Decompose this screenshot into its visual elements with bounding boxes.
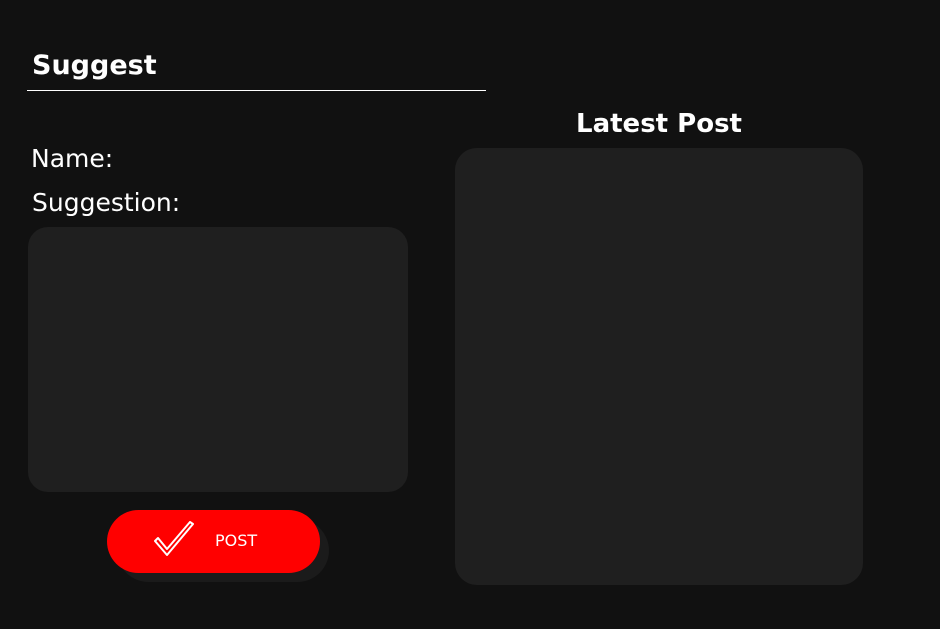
- latest-post-title: Latest Post: [576, 109, 742, 139]
- post-button-label: POST: [215, 531, 258, 550]
- post-button[interactable]: [107, 510, 320, 573]
- name-label: Name:: [31, 144, 114, 173]
- checkmark-icon: [154, 521, 194, 556]
- suggestion-textarea[interactable]: [28, 227, 408, 492]
- title-divider: [27, 90, 486, 91]
- suggest-title: Suggest: [32, 50, 157, 81]
- latest-post-panel: [455, 148, 863, 585]
- suggestion-label: Suggestion:: [32, 188, 181, 217]
